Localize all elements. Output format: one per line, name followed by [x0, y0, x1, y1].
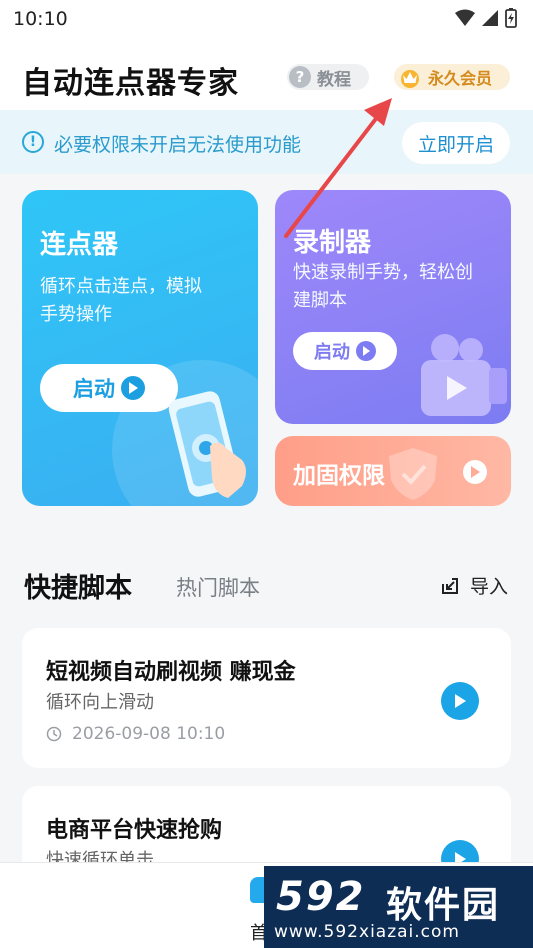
- secure-title: 加固权限: [293, 463, 385, 489]
- status-bar: 10:10: [0, 0, 533, 38]
- vip-button[interactable]: 永久会员: [394, 64, 510, 90]
- script-desc: 循环向上滑动: [46, 692, 154, 713]
- clicker-card[interactable]: 连点器 循环点击连点，模拟 手势操作 启动: [22, 190, 258, 506]
- app-title: 自动连点器专家: [22, 66, 239, 101]
- script-name: 短视频自动刷视频 赚现金: [46, 660, 296, 685]
- recorder-start-label: 启动: [314, 342, 350, 363]
- enable-now-button[interactable]: 立即开启: [402, 122, 510, 164]
- permission-notice: ! 必要权限未开启无法使用功能 立即开启: [0, 110, 533, 174]
- signal-icon: [482, 10, 498, 26]
- app-header: 自动连点器专家 ? 教程 永久会员: [0, 38, 533, 110]
- watermark-number: 592: [276, 874, 366, 920]
- clicker-start-button[interactable]: 启动: [40, 364, 178, 412]
- clock-icon: [46, 726, 62, 742]
- recorder-desc-line1: 快速录制手势，轻松创: [293, 262, 473, 283]
- status-time: 10:10: [13, 8, 68, 30]
- notice-text: 必要权限未开启无法使用功能: [54, 134, 302, 156]
- help-icon: ?: [289, 66, 311, 88]
- vip-label: 永久会员: [428, 69, 493, 88]
- recorder-desc-line2: 建脚本: [293, 290, 347, 311]
- clicker-desc-line1: 循环点击连点，模拟: [40, 276, 202, 297]
- watermark-text: 软件园: [386, 885, 501, 926]
- clicker-title: 连点器: [40, 230, 119, 260]
- info-icon: !: [22, 131, 44, 153]
- import-icon: [442, 577, 458, 594]
- script-section-header: 快捷脚本 热门脚本 导入: [0, 560, 533, 610]
- crown-icon: [401, 70, 419, 88]
- tab-quick-scripts[interactable]: 快捷脚本: [24, 566, 132, 605]
- battery-icon: [505, 8, 517, 28]
- play-icon: [455, 694, 466, 708]
- script-item[interactable]: 短视频自动刷视频 赚现金 循环向上滑动 2026-09-08 10:10: [22, 628, 511, 768]
- tutorial-button[interactable]: ? 教程: [287, 64, 369, 90]
- run-script-button[interactable]: [441, 682, 479, 720]
- recorder-card[interactable]: 录制器 快速录制手势，轻松创 建脚本 启动: [275, 190, 511, 424]
- secure-permission-card[interactable]: 加固权限: [275, 436, 511, 506]
- recorder-title: 录制器: [293, 228, 372, 258]
- tab-popular-scripts[interactable]: 热门脚本: [176, 572, 260, 602]
- phone-tap-illustration: [168, 391, 246, 498]
- script-meta: 2026-09-08 10:10: [46, 724, 225, 744]
- script-time: 2026-09-08 10:10: [72, 724, 226, 744]
- watermark-url: www.592xiazai.com: [274, 922, 460, 942]
- clicker-desc-line2: 手势操作: [40, 304, 112, 325]
- script-name: 电商平台快速抢购: [46, 818, 223, 843]
- status-icons: [455, 8, 517, 28]
- recorder-start-button[interactable]: 启动: [293, 332, 397, 370]
- site-watermark: 592 软件园 www.592xiazai.com: [264, 866, 533, 948]
- import-label: 导入: [470, 576, 509, 598]
- video-camera-illustration: [421, 334, 507, 416]
- clicker-start-label: 启动: [73, 377, 115, 401]
- import-button[interactable]: 导入: [440, 572, 508, 599]
- wifi-icon: [455, 9, 475, 26]
- play-icon: [463, 460, 487, 484]
- play-icon: [121, 376, 145, 400]
- shield-icon: [389, 448, 437, 500]
- tutorial-label: 教程: [317, 69, 351, 90]
- play-icon: [356, 341, 376, 361]
